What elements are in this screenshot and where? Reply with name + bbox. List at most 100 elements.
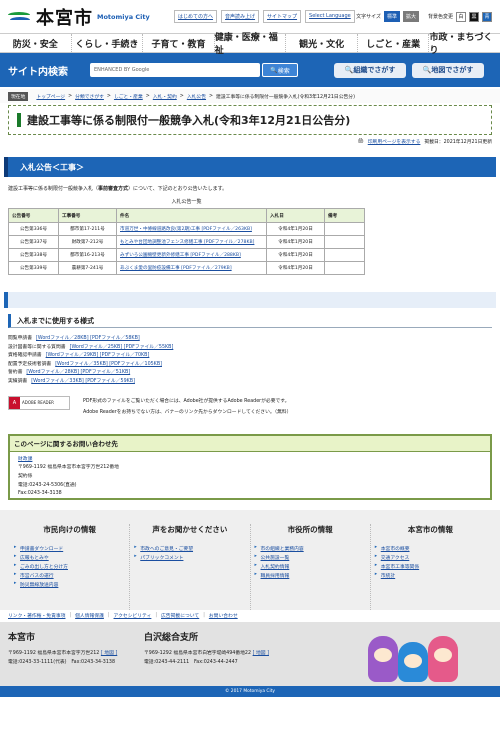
search-button[interactable]: 🔍 検索 — [262, 63, 298, 77]
footer-bar-link[interactable]: リンク・著作権・免責事項 — [8, 612, 65, 619]
nav-item-childcare[interactable]: 子育て・教育 — [143, 34, 215, 52]
breadcrumb-item[interactable]: 入札・契約 — [153, 93, 177, 100]
cell: 令和4年1月20日 — [266, 248, 325, 262]
footer-bar-link[interactable]: 広告掲載について — [161, 612, 199, 619]
footer-link[interactable]: 広報もとみや — [14, 554, 125, 563]
footer-col-title: 市民向けの情報 — [43, 524, 96, 534]
header-link-language[interactable]: Select Language — [305, 10, 355, 23]
bg-white-button[interactable]: 白 — [456, 11, 466, 22]
footer-link[interactable]: 市の組織と業務内容 — [255, 545, 366, 554]
adobe-line-1: PDF形式のファイルをご覧いただく場合には、Adobe社が提供するAdobe R… — [83, 398, 290, 404]
intro-bold: 事前審査方式 — [98, 186, 129, 192]
city-map-link[interactable]: [ 地図 ] — [101, 651, 117, 656]
footer-link[interactable]: 防災無線放送内容 — [14, 581, 125, 590]
cell: 公告第336号 — [8, 222, 59, 236]
footer-link[interactable]: 市政へのご意見・ご要望 — [134, 545, 245, 554]
footer-link[interactable]: 申請書ダウンロード — [14, 545, 125, 554]
nav-item-tourism[interactable]: 観光・文化 — [286, 34, 358, 52]
pdf-link[interactable]: 市道万世・中條線道路改良(第2期)工事 [PDFファイル／263KB] — [116, 222, 267, 236]
printer-icon: 🖨 — [357, 138, 364, 144]
header-link-first-time[interactable]: はじめての方へ — [174, 10, 218, 23]
pdf-link[interactable]: みずいろ公園擁壁更新外修繕工事 [PDFファイル／288KB] — [116, 248, 267, 262]
form-download-link[interactable]: [Wordファイル／28KB] [PDFファイル／58KB] — [36, 334, 140, 343]
search-title: サイト内検索 — [8, 66, 68, 78]
cell: 公告第339号 — [8, 261, 59, 275]
table-row: 公告第336号 都市第17-211号 市道万世・中條線道路改良(第2期)工事 [… — [8, 222, 365, 236]
form-download-link[interactable]: [Wordファイル／35KB] [PDFファイル／105KB] — [55, 360, 162, 369]
search-band: サイト内検索 ENHANCED BY Google 🔍 検索 🔍 組織でさがす 🔍 地… — [0, 53, 500, 87]
section-divider — [4, 292, 496, 308]
form-download-link[interactable]: [Wordファイル／29KB] [PDFファイル／70KB] — [46, 351, 150, 360]
footer-bar-link[interactable]: お問い合わせ — [209, 612, 238, 619]
city-address: 〒969-1192 福島県本宮市本宮字万世212 — [8, 650, 100, 656]
list-item: 誓約書 [Wordファイル／28KB] [PDFファイル／51KB] — [8, 368, 492, 377]
city-name: 本宮市 — [8, 632, 36, 643]
nav-item-industry[interactable]: しごと・産業 — [357, 34, 430, 52]
adobe-reader-banner[interactable]: A ADOBE READER — [8, 395, 70, 410]
branch-tel: 電話:0243-44-2111 Fax:0243-44-2447 — [144, 659, 238, 665]
pdf-link[interactable]: あぶくま愛の里防疫設備工事 [PDFファイル／279KB] — [116, 261, 267, 275]
font-large-button[interactable]: 拡大 — [402, 11, 419, 22]
header-link-voice[interactable]: 音声読み上げ — [221, 10, 260, 23]
contact-dept-link[interactable]: 財政課 — [18, 456, 482, 465]
nav-item-disaster[interactable]: 防災・安全 — [0, 34, 72, 52]
search-input[interactable]: ENHANCED BY Google — [90, 63, 260, 77]
breadcrumb-item[interactable]: しごと・産業 — [114, 93, 143, 100]
footer-link[interactable]: 公共施設一覧 — [255, 554, 366, 563]
footer-col-citizen: 市民向けの情報 申請書ダウンロード 広報もとみや ごみの出し方と分け方 市営バス… — [10, 523, 131, 610]
list-item: 閲覧申請書 [Wordファイル／28KB] [PDFファイル／58KB] — [8, 334, 492, 343]
contact-tel: 電話:0243-24-5306(直通) — [18, 482, 77, 488]
copyright: © 2017 Motomiya City — [0, 685, 500, 697]
nav-item-health[interactable]: 健康・医療・福祉 — [214, 33, 287, 56]
breadcrumb-item[interactable]: 分類でさがす — [75, 93, 104, 100]
footer-link[interactable]: 市営バスの運行 — [14, 572, 125, 581]
pdf-link[interactable]: もとみや台団地調整池フェンス修繕工事 [PDFファイル／278KB] — [116, 235, 267, 249]
breadcrumb-item[interactable]: トップページ — [36, 93, 65, 100]
nav-item-city[interactable]: 市政・まちづくり — [429, 33, 500, 56]
bg-blue-button[interactable]: 青 — [482, 11, 492, 22]
page: 本宮市 Motomiya City はじめての方へ 音声読み上げ サイトマップ … — [0, 0, 500, 736]
form-download-link[interactable]: [Wordファイル／25KB] [PDFファイル／55KB] — [70, 343, 174, 352]
footer-link[interactable]: 本宮市工事等関係 — [375, 563, 486, 572]
list-item: 実績調書 [Wordファイル／33KB] [PDFファイル／59KB] — [8, 377, 492, 386]
form-download-link[interactable]: [Wordファイル／28KB] [PDFファイル／51KB] — [26, 368, 130, 377]
mascot-center — [398, 641, 428, 682]
org-search-button[interactable]: 🔍 組織でさがす — [334, 62, 406, 78]
print-link[interactable]: 印刷用ページを表示する — [368, 138, 421, 145]
breadcrumb-item[interactable]: 入札公告 — [187, 93, 206, 100]
header-link-sitemap[interactable]: サイトマップ — [263, 10, 302, 23]
bg-black-button[interactable]: 黒 — [469, 11, 479, 22]
section-heading-forms: 入札までに使用する様式 — [8, 314, 492, 328]
font-standard-button[interactable]: 標準 — [383, 11, 400, 22]
form-download-link[interactable]: [Wordファイル／33KB] [PDFファイル／59KB] — [31, 377, 135, 386]
footer-info: 本宮市 〒969-1192 福島県本宮市本宮字万世212 [ 地図 ] 電話:0… — [0, 621, 500, 686]
nav-item-living[interactable]: くらし・手続き — [71, 34, 144, 52]
city-office-info: 本宮市 〒969-1192 福島県本宮市本宮字万世212 [ 地図 ] 電話:0… — [8, 630, 138, 686]
search-button-label: 検索 — [277, 67, 290, 75]
contact-address: 〒969-1192 福島県本宮市本宮字万世212番地 — [18, 465, 119, 471]
updated-date: 掲載日：2021年12月21日更新 — [424, 139, 492, 145]
footer-link[interactable]: 交通アクセス — [375, 554, 486, 563]
branch-map-link[interactable]: [ 地図 ] — [253, 651, 269, 656]
map-search-label: 地図でさがす — [431, 66, 474, 74]
form-label: 配置予定技術者調書 — [8, 361, 52, 367]
intro-post: ）について、下記のとおり公告いたします。 — [128, 186, 228, 192]
col-work-no: 工事番号 — [58, 208, 117, 223]
font-size-label: 文字サイズ — [356, 14, 381, 20]
cell: 公告第338号 — [8, 248, 59, 262]
footer-link[interactable]: ごみの出し方と分け方 — [14, 563, 125, 572]
footer-link[interactable]: 本宮市の概要 — [375, 545, 486, 554]
site-logo[interactable]: 本宮市 Motomiya City — [8, 4, 168, 30]
footer-col-title: 本宮市の情報 — [407, 524, 453, 534]
form-label: 設計図書等に関する質問書 — [8, 344, 66, 350]
footer-bar-link[interactable]: アクセシビリティ — [114, 612, 152, 619]
map-search-button[interactable]: 🔍 地図でさがす — [412, 62, 484, 78]
section-heading-notice: 入札公告＜工事＞ — [4, 157, 496, 177]
footer-link[interactable]: 市統計 — [375, 572, 486, 581]
footer-link[interactable]: 入札契約情報 — [255, 563, 366, 572]
footer-link[interactable]: 職員採用情報 — [255, 572, 366, 581]
cell: 都市第17-211号 — [58, 222, 117, 236]
footer-link[interactable]: パブリックコメント — [134, 554, 245, 563]
print-row: 🖨 印刷用ページを表示する 掲載日：2021年12月21日更新 — [0, 135, 500, 147]
footer-bar-link[interactable]: 個人情報保護 — [75, 612, 104, 619]
